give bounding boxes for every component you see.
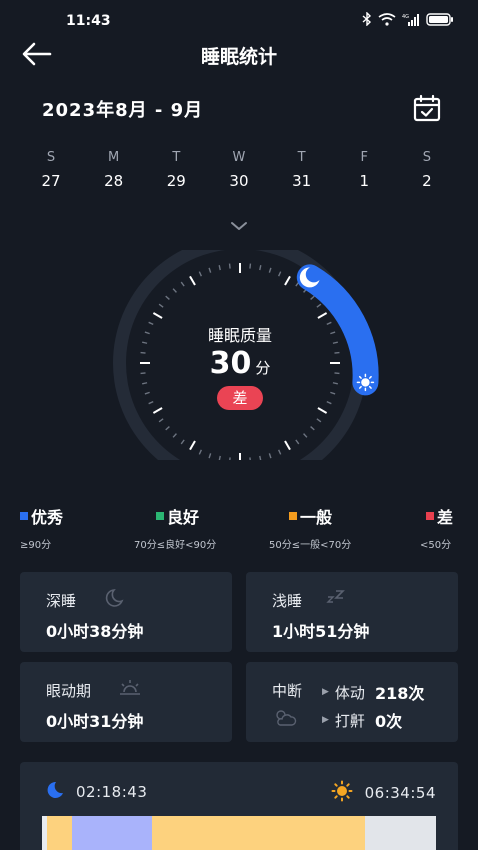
- movement-row: ▶ 体动 218次: [322, 680, 424, 704]
- signal-icon: 4G: [402, 13, 420, 29]
- legend-label: 差: [437, 508, 454, 527]
- legend-range: <50分: [420, 540, 452, 551]
- card-label: 浅睡: [272, 592, 303, 610]
- card-value: 0小时31分钟: [46, 712, 144, 731]
- moon-icon: [44, 780, 64, 804]
- legend-swatch: [156, 512, 164, 520]
- day-thu-31[interactable]: T 31: [271, 150, 333, 190]
- sun-icon: [331, 780, 353, 806]
- legend-good: 良好 70分≤良好<90分: [134, 504, 216, 551]
- legend-swatch: [20, 512, 28, 520]
- dial-tick: [229, 457, 231, 460]
- nav-bar: 睡眠统计: [0, 34, 478, 74]
- card-value: 0小时38分钟: [46, 622, 144, 641]
- score-unit: 分: [255, 359, 271, 377]
- quality-title: 睡眠质量: [207, 326, 272, 345]
- dial-tick: [228, 263, 231, 269]
- legend-range: 50分≤一般<70分: [269, 540, 352, 551]
- legend-label: 优秀: [31, 508, 64, 527]
- quality-legend: 优秀 ≥90分 良好 70分≤良好<90分 一般 50分≤一般<70分 差 <5…: [20, 504, 460, 551]
- day-letter: S: [422, 150, 432, 165]
- moon-icon: [100, 588, 124, 608]
- sunrise-icon: [118, 678, 142, 698]
- legend-excellent: 优秀 ≥90分: [20, 504, 63, 551]
- status-bar: 11:43 4G: [0, 0, 478, 34]
- card-label: 深睡: [46, 592, 77, 610]
- day-tue-29[interactable]: T 29: [145, 150, 207, 190]
- bluetooth-icon: [362, 11, 372, 29]
- legend-label: 良好: [167, 508, 200, 527]
- day-letter: T: [172, 150, 181, 165]
- legend-average: 一般 50分≤一般<70分: [269, 504, 351, 551]
- score-value: 30: [209, 346, 252, 381]
- legend-label: 一般: [300, 508, 333, 527]
- day-sun-27[interactable]: S 27: [20, 150, 82, 190]
- day-number: 2: [422, 172, 432, 190]
- triangle-right-icon: ▶: [322, 687, 329, 697]
- legend-range: 70分≤良好<90分: [134, 540, 217, 551]
- calendar-button[interactable]: [412, 93, 442, 123]
- day-mon-28[interactable]: M 28: [83, 150, 145, 190]
- card-label: 中断: [272, 682, 303, 700]
- day-letter: W: [232, 150, 246, 165]
- date-range: 2023年8月 - 9月: [42, 100, 204, 121]
- chevron-down-icon: [231, 222, 247, 230]
- calendar-check-icon: [413, 94, 441, 122]
- day-letter: T: [297, 150, 306, 165]
- day-number: 29: [166, 172, 186, 190]
- timeline-start: 02:18:43: [44, 780, 147, 804]
- day-number: 31: [292, 172, 312, 190]
- rem-sleep-card[interactable]: 眼动期 0小时31分钟: [20, 662, 232, 742]
- card-label: 眼动期: [46, 682, 92, 700]
- sleep-timeline-card[interactable]: 02:18:43 06:34:54: [20, 762, 458, 850]
- status-icons: 4G: [362, 11, 454, 29]
- triangle-right-icon: ▶: [322, 715, 329, 725]
- dial-tick: [249, 457, 251, 460]
- interruption-card[interactable]: 中断 ▶ 体动 218次 ▶ 打鼾 0次: [246, 662, 458, 742]
- quality-score: 30 分: [98, 346, 382, 381]
- day-fri-1[interactable]: F 1: [333, 150, 395, 190]
- status-time: 11:43: [66, 13, 111, 29]
- day-sat-2[interactable]: S 2: [396, 150, 458, 190]
- snore-label: 打鼾: [334, 711, 365, 730]
- sleep-quality-dial: 睡眠质量 30 分 差: [98, 250, 382, 460]
- movement-value: 218次: [374, 684, 425, 703]
- stage-segment-light: [151, 816, 365, 850]
- stage-segment-awake: [364, 816, 436, 850]
- day-number: 27: [41, 172, 61, 190]
- day-letter: M: [108, 150, 120, 165]
- legend-swatch: [289, 512, 297, 520]
- day-letter: S: [46, 150, 56, 165]
- page-title: 睡眠统计: [200, 46, 277, 68]
- movement-label: 体动: [334, 683, 365, 702]
- snore-row: ▶ 打鼾 0次: [322, 708, 402, 732]
- legend-swatch: [426, 512, 434, 520]
- snore-value: 0次: [374, 712, 403, 731]
- wifi-icon: [378, 12, 396, 29]
- timeline-end: 06:34:54: [331, 780, 436, 806]
- day-letter: F: [360, 150, 369, 165]
- bedtime: 02:18:43: [76, 783, 148, 801]
- wake-time: 06:34:54: [364, 784, 436, 802]
- legend-range: ≥90分: [20, 540, 52, 551]
- zz-icon: [326, 588, 350, 608]
- day-number: 1: [359, 172, 370, 190]
- dial-tick: [249, 263, 252, 269]
- day-number: 28: [104, 172, 124, 190]
- network-type: 4G: [402, 14, 409, 20]
- deep-sleep-card[interactable]: 深睡 0小时38分钟: [20, 572, 232, 652]
- cloud-sun-icon: [272, 708, 297, 728]
- stage-segment-light: [47, 816, 73, 850]
- light-sleep-card[interactable]: 浅睡 1小时51分钟: [246, 572, 458, 652]
- battery-icon: [426, 12, 454, 29]
- expand-week-button[interactable]: [228, 218, 250, 234]
- stage-segment-rem: [72, 816, 152, 850]
- legend-poor: 差 <50分: [420, 504, 453, 551]
- day-wed-30[interactable]: W 30: [208, 150, 270, 190]
- sleep-stage-bar: [42, 816, 436, 850]
- day-number: 30: [229, 172, 249, 190]
- grade-badge: 差: [217, 386, 263, 410]
- card-value: 1小时51分钟: [272, 622, 370, 641]
- week-selector: S 27 M 28 T 29 W 30 T 31 F 1 S 2: [20, 150, 458, 190]
